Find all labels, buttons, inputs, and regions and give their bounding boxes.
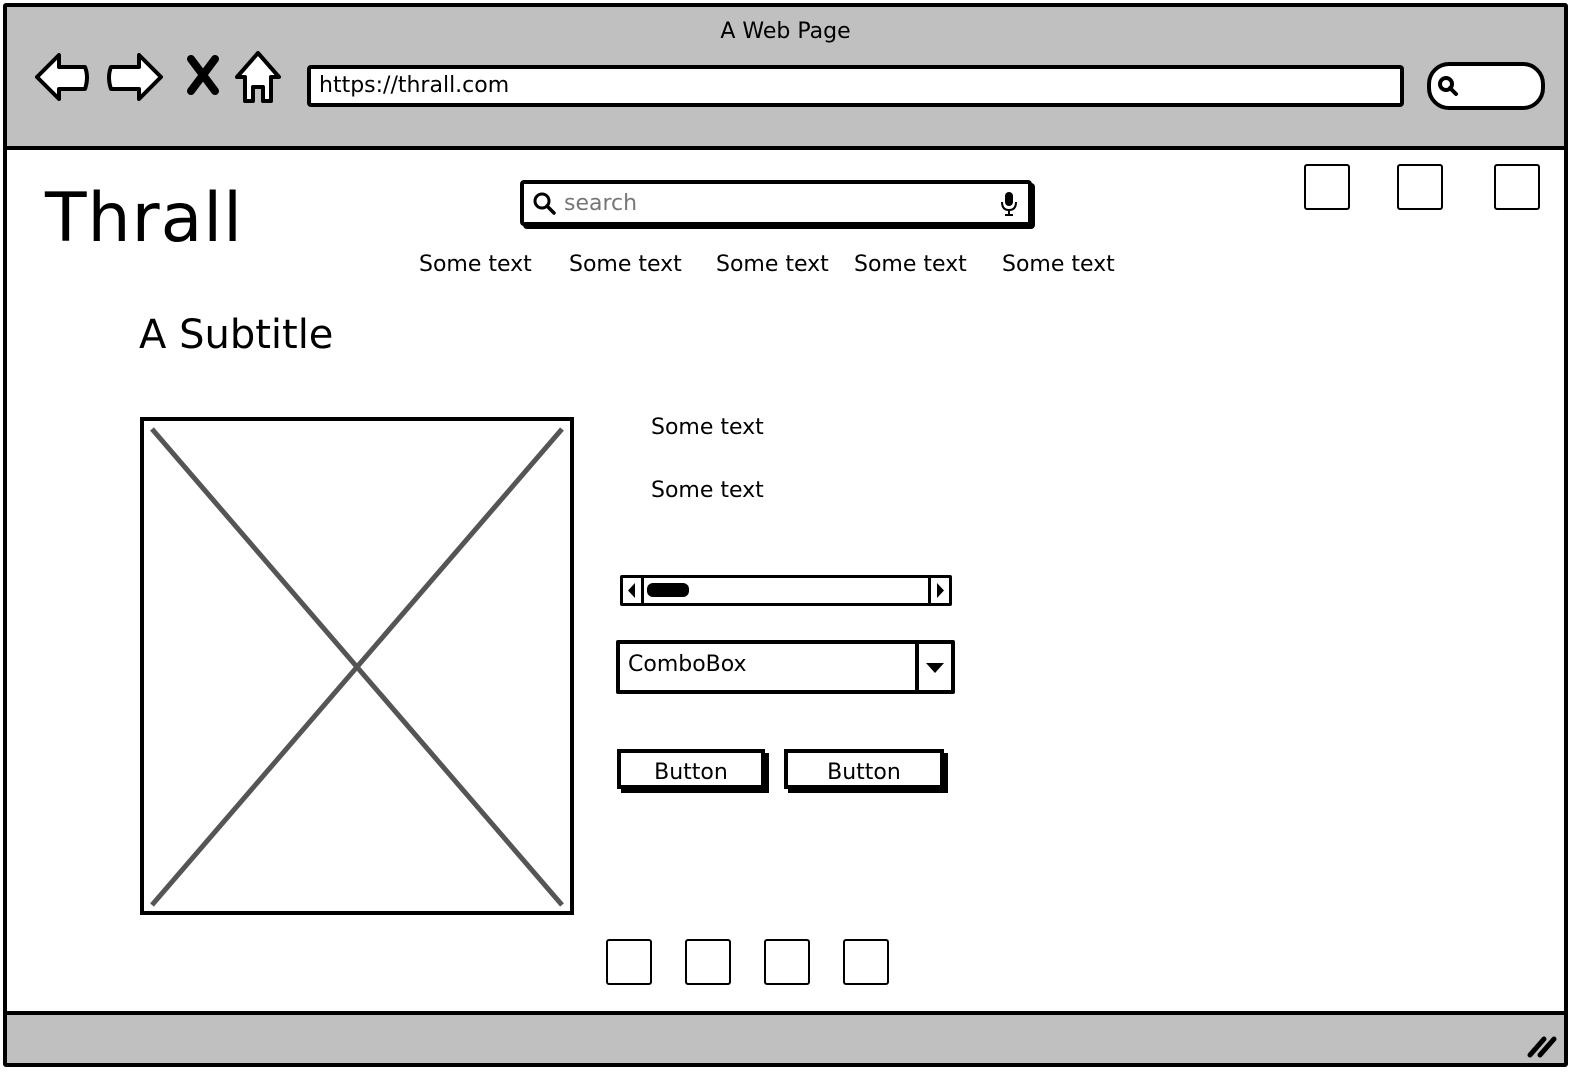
- stop-icon[interactable]: [185, 55, 221, 95]
- resize-grip-icon[interactable]: [1524, 1031, 1558, 1059]
- header-icon-placeholder[interactable]: [1304, 164, 1350, 210]
- image-placeholder-cross: [150, 427, 564, 907]
- scroll-right-button[interactable]: [928, 578, 949, 603]
- combobox-dropdown-button[interactable]: [915, 644, 951, 690]
- nav-link[interactable]: Some text: [419, 252, 532, 277]
- site-logo[interactable]: Thrall: [45, 179, 243, 258]
- combobox-value: ComboBox: [628, 652, 747, 677]
- nav-link[interactable]: Some text: [569, 252, 682, 277]
- window-title: A Web Page: [720, 19, 851, 44]
- back-arrow-icon[interactable]: [33, 51, 93, 105]
- browser-toolbar: A Web Page https://thrall.com: [7, 7, 1564, 150]
- status-bar: [7, 1011, 1564, 1063]
- arrow-left-icon: [628, 583, 635, 598]
- arrow-right-icon: [937, 583, 944, 598]
- button-secondary[interactable]: Button: [784, 749, 944, 789]
- address-bar[interactable]: https://thrall.com: [307, 65, 1404, 107]
- header-icon-placeholder[interactable]: [1494, 164, 1540, 210]
- search-icon: [533, 192, 556, 215]
- search-icon: [1438, 76, 1458, 96]
- nav-link[interactable]: Some text: [854, 252, 967, 277]
- pagination-box[interactable]: [764, 939, 810, 985]
- chevron-down-icon: [926, 663, 944, 673]
- site-search-box[interactable]: [520, 180, 1032, 226]
- combobox[interactable]: ComboBox: [616, 640, 955, 694]
- pagination-box[interactable]: [606, 939, 652, 985]
- header-icon-placeholder[interactable]: [1397, 164, 1443, 210]
- image-placeholder: [140, 417, 574, 915]
- nav-link[interactable]: Some text: [1002, 252, 1115, 277]
- browser-search-box[interactable]: [1427, 62, 1545, 110]
- forward-arrow-icon[interactable]: [105, 51, 165, 105]
- text-label: Some text: [651, 415, 764, 440]
- nav-link[interactable]: Some text: [716, 252, 829, 277]
- search-input[interactable]: [562, 186, 986, 220]
- pagination-box[interactable]: [685, 939, 731, 985]
- text-label: Some text: [651, 478, 764, 503]
- scroll-left-button[interactable]: [623, 578, 644, 603]
- browser-window: A Web Page https://thrall.com Thrall sea…: [3, 3, 1568, 1067]
- home-icon[interactable]: [233, 49, 283, 105]
- horizontal-scrollbar[interactable]: [620, 575, 952, 606]
- scrollbar-thumb[interactable]: [647, 583, 689, 597]
- microphone-icon[interactable]: [1000, 191, 1018, 217]
- pagination-box[interactable]: [843, 939, 889, 985]
- button-primary[interactable]: Button: [617, 749, 765, 789]
- page-subtitle: A Subtitle: [139, 312, 334, 358]
